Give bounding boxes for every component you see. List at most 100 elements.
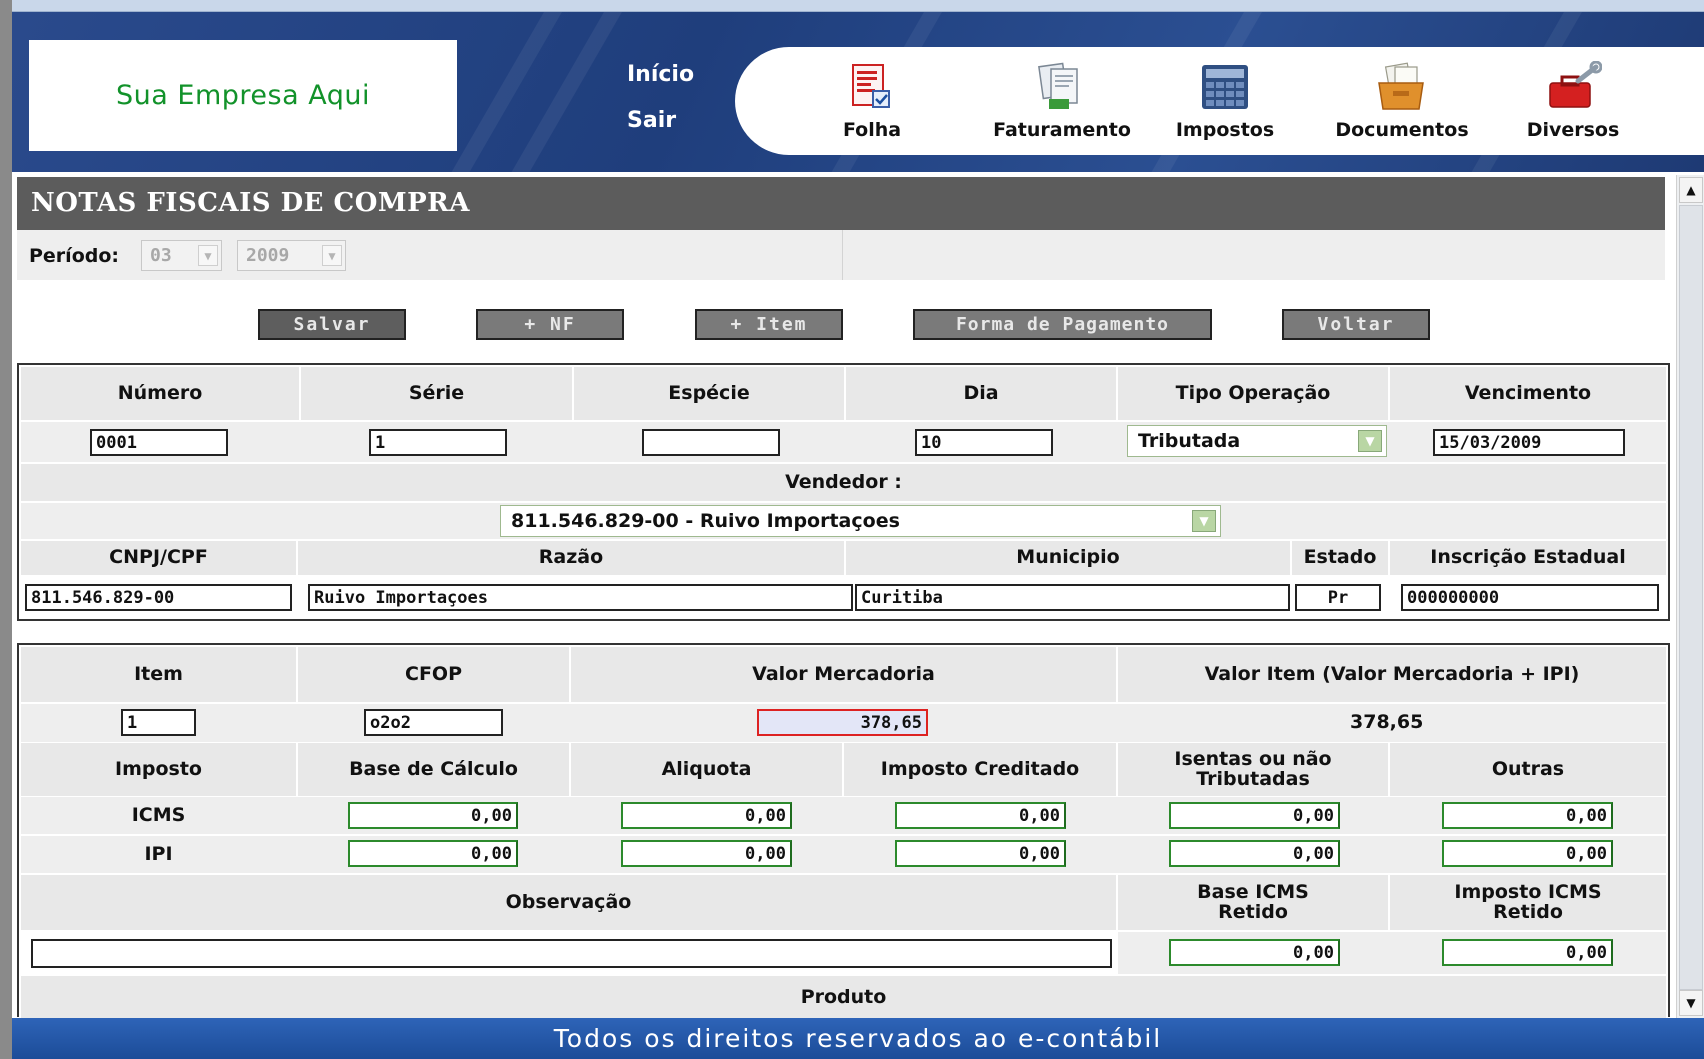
- toolbox-icon: [1549, 61, 1602, 108]
- archive-box-icon: [1378, 62, 1424, 110]
- cfop-input[interactable]: o2o2: [364, 709, 503, 736]
- window-frame: [0, 0, 12, 1059]
- estado-input[interactable]: Pr: [1295, 584, 1381, 611]
- imposto-creditado-header: Imposto Creditado: [844, 743, 1116, 796]
- chevron-down-icon: ▼: [198, 245, 218, 266]
- ipi-base-input[interactable]: 0,00: [348, 840, 518, 867]
- valor-item-header: Valor Item (Valor Mercadoria + IPI): [1118, 647, 1666, 702]
- valor-mercadoria-input[interactable]: 378,65: [757, 709, 928, 736]
- chevron-down-icon: ▼: [1358, 430, 1382, 452]
- icms-creditado-input[interactable]: 0,00: [895, 802, 1066, 829]
- isentas-header: Isentas ou não Tributadas: [1118, 743, 1388, 796]
- estado-header: Estado: [1292, 541, 1388, 575]
- billing-documents-icon: [1038, 62, 1078, 109]
- voltar-button[interactable]: Voltar: [1282, 309, 1430, 340]
- nota-fiscal-panel: Número Série Espécie Dia Tipo Operação V…: [17, 363, 1670, 621]
- footer: Todos os direitos reservados ao e-contáb…: [12, 1018, 1704, 1059]
- chevron-down-icon: ▼: [322, 245, 342, 266]
- company-logo-box[interactable]: Sua Empresa Aqui: [29, 40, 457, 151]
- razao-input[interactable]: Ruivo Importaçoes: [308, 584, 853, 611]
- salvar-button[interactable]: Salvar: [258, 309, 406, 340]
- aliquota-header: Aliquota: [571, 743, 842, 796]
- outras-header: Outras: [1390, 743, 1666, 796]
- municipio-input[interactable]: Curitiba: [855, 584, 1290, 611]
- menu-item-folha[interactable]: Folha: [837, 47, 907, 155]
- scroll-up-arrow-icon[interactable]: ▲: [1679, 177, 1703, 203]
- menu-label-folha: Folha: [842, 119, 902, 141]
- base-calculo-header: Base de Cálculo: [298, 743, 569, 796]
- periodo-year-select[interactable]: 2009 ▼: [237, 240, 346, 271]
- imposto-icms-retido-input[interactable]: 0,00: [1442, 939, 1613, 966]
- razao-header: Razão: [298, 541, 844, 575]
- tipo-operacao-header: Tipo Operação: [1118, 367, 1388, 420]
- vendedor-select[interactable]: 811.546.829-00 - Ruivo Importaçoes ▼: [500, 505, 1221, 537]
- ipi-creditado-input[interactable]: 0,00: [895, 840, 1066, 867]
- ipi-outras-input[interactable]: 0,00: [1442, 840, 1613, 867]
- ipi-aliquota-input[interactable]: 0,00: [621, 840, 792, 867]
- menu-label-faturamento: Faturamento: [993, 119, 1131, 141]
- icms-outras-input[interactable]: 0,00: [1442, 802, 1613, 829]
- company-name: Sua Empresa Aqui: [116, 80, 370, 111]
- cfop-header: CFOP: [298, 647, 569, 702]
- produto-header: Produto: [21, 976, 1666, 1019]
- dia-header: Dia: [846, 367, 1116, 420]
- base-icms-retido-input[interactable]: 0,00: [1169, 939, 1340, 966]
- imposto-header: Imposto: [21, 743, 296, 796]
- item-number-input[interactable]: 1: [121, 709, 196, 736]
- browser-top-strip: [12, 0, 1704, 12]
- calculator-icon: [1202, 65, 1248, 109]
- observacao-header: Observação: [21, 875, 1116, 930]
- imposto-icms-retido-header: Imposto ICMS Retido: [1390, 875, 1666, 930]
- observacao-input[interactable]: [31, 939, 1112, 968]
- scroll-thumb[interactable]: [1679, 205, 1703, 990]
- periodo-year-value: 2009: [246, 245, 290, 266]
- item-header: Item: [21, 647, 296, 702]
- municipio-header: Municipio: [846, 541, 1290, 575]
- payroll-document-icon: [852, 64, 890, 108]
- chevron-down-icon: ▼: [1192, 510, 1216, 532]
- tipo-operacao-value: Tributada: [1138, 430, 1241, 452]
- menu-item-diversos[interactable]: Diversos: [1513, 47, 1633, 155]
- main-menu: Folha Faturamento Impostos Documentos Di…: [735, 47, 1704, 155]
- periodo-month-select[interactable]: 03 ▼: [141, 240, 222, 271]
- periodo-label: Período:: [29, 245, 119, 267]
- add-item-button[interactable]: + Item: [695, 309, 843, 340]
- periodo-bar: Período: 03 ▼ 2009 ▼: [17, 230, 1665, 280]
- menu-label-diversos: Diversos: [1526, 119, 1620, 141]
- tipo-operacao-select[interactable]: Tributada ▼: [1127, 425, 1387, 457]
- numero-input[interactable]: 0001: [90, 429, 228, 456]
- icms-aliquota-input[interactable]: 0,00: [621, 802, 792, 829]
- vencimento-header: Vencimento: [1390, 367, 1666, 420]
- icms-isentas-input[interactable]: 0,00: [1169, 802, 1340, 829]
- divider: [842, 230, 843, 280]
- ipi-isentas-input[interactable]: 0,00: [1169, 840, 1340, 867]
- valor-item-value: 378,65: [1350, 711, 1424, 733]
- dia-input[interactable]: 10: [915, 429, 1053, 456]
- base-icms-retido-header: Base ICMS Retido: [1118, 875, 1388, 930]
- cnpj-input[interactable]: 811.546.829-00: [25, 584, 292, 611]
- app-header: Sua Empresa Aqui Início Sair Folha Fatur…: [12, 12, 1704, 172]
- page-title: NOTAS FISCAIS DE COMPRA: [31, 188, 470, 218]
- serie-input[interactable]: 1: [369, 429, 507, 456]
- valor-mercadoria-header: Valor Mercadoria: [571, 647, 1116, 702]
- periodo-month-value: 03: [150, 245, 172, 266]
- vencimento-input[interactable]: 15/03/2009: [1433, 429, 1625, 456]
- vertical-scrollbar[interactable]: ▲ ▼: [1676, 175, 1704, 1018]
- icms-base-input[interactable]: 0,00: [348, 802, 518, 829]
- scroll-down-arrow-icon[interactable]: ▼: [1679, 990, 1703, 1016]
- inicio-link[interactable]: Início: [627, 62, 694, 87]
- nf-values-row: [21, 422, 1666, 462]
- especie-input[interactable]: [642, 429, 780, 456]
- numero-header: Número: [21, 367, 299, 420]
- item-panel: Item CFOP Valor Mercadoria Valor Item (V…: [17, 643, 1670, 1019]
- inscricao-estadual-input[interactable]: 000000000: [1401, 584, 1659, 611]
- sair-link[interactable]: Sair: [627, 108, 676, 133]
- especie-header: Espécie: [574, 367, 844, 420]
- forma-pagamento-button[interactable]: Forma de Pagamento: [913, 309, 1212, 340]
- vendedor-value: 811.546.829-00 - Ruivo Importaçoes: [511, 510, 900, 532]
- menu-item-documentos[interactable]: Documentos: [1322, 47, 1482, 155]
- menu-item-faturamento[interactable]: Faturamento: [982, 47, 1142, 155]
- inscricao-estadual-header: Inscrição Estadual: [1390, 541, 1666, 575]
- menu-item-impostos[interactable]: Impostos: [1165, 47, 1285, 155]
- add-nf-button[interactable]: + NF: [476, 309, 624, 340]
